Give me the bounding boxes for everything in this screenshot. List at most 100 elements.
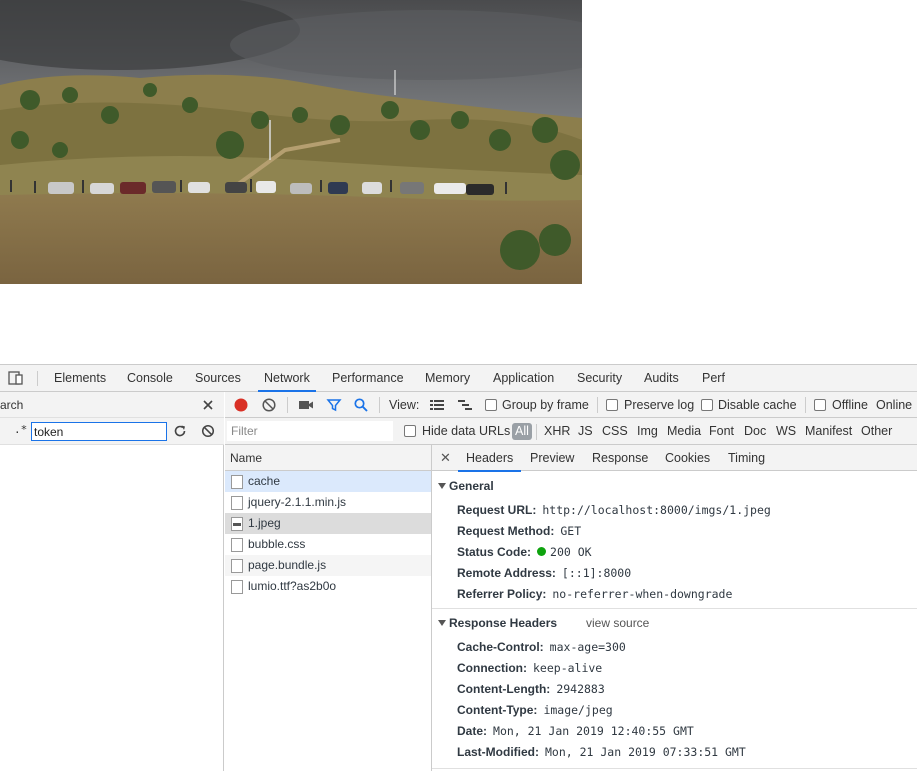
general-section-toggle[interactable]: General [438,479,494,493]
request-name: 1.jpeg [248,516,281,530]
disable-cache-checkbox[interactable] [701,399,713,411]
request-row[interactable]: jquery-2.1.1.min.js [225,492,431,513]
page-photo [0,0,582,284]
offline-label: Offline [832,398,868,412]
toolbar-divider [597,397,598,413]
header-row: Connection: keep-alive [457,661,603,675]
waterfall-icon[interactable] [457,397,473,413]
tab-network[interactable]: Network [258,365,316,392]
header-row: Remote Address: [::1]:8000 [457,566,632,580]
request-name: page.bundle.js [248,558,327,572]
toolbar-divider [287,397,288,413]
record-icon[interactable] [233,397,249,413]
tab-cookies[interactable]: Cookies [665,445,710,471]
refresh-icon[interactable] [173,424,187,438]
request-name: lumio.ttf?as2b0o [248,579,337,593]
search-header: arch [0,392,224,418]
name-column-header[interactable]: Name [225,445,431,471]
header-row: Referrer Policy: no-referrer-when-downgra… [457,587,733,601]
large-rows-icon[interactable] [429,397,445,413]
group-by-frame-checkbox[interactable] [485,399,497,411]
close-details-icon[interactable]: ✕ [440,445,451,471]
tab-elements[interactable]: Elements [54,365,106,391]
tab-perf[interactable]: Perf [702,365,725,391]
type-filter-xhr[interactable]: XHR [544,418,570,445]
network-toolbar: View: Group by frame Preserve log Disabl… [225,392,917,418]
header-row: Request Method: GET [457,524,582,538]
clear-icon[interactable] [261,397,277,413]
tab-response[interactable]: Response [592,445,648,471]
hide-data-urls-checkbox[interactable] [404,425,416,437]
search-row: .* [0,418,224,445]
regex-toggle[interactable]: .* [14,423,27,436]
tab-preview[interactable]: Preview [530,445,574,471]
details-tabbar: ✕ Headers Preview Response Cookies Timin… [432,445,917,472]
type-filter-img[interactable]: Img [637,418,658,445]
type-filter-js[interactable]: JS [578,418,593,445]
request-name: cache [248,474,281,488]
request-row[interactable]: lumio.ttf?as2b0o [225,576,431,597]
tab-application[interactable]: Application [493,365,554,391]
request-row[interactable]: bubble.css [225,534,431,555]
request-row[interactable]: cache [225,471,431,492]
tab-sources[interactable]: Sources [195,365,241,391]
request-row[interactable]: page.bundle.js [225,555,431,576]
hide-data-urls-label: Hide data URLs [422,424,511,438]
search-icon[interactable] [353,397,369,413]
search-input[interactable] [31,422,167,441]
tab-memory[interactable]: Memory [425,365,470,391]
tabbar-divider [37,371,38,386]
type-filter-manifest[interactable]: Manifest [805,418,852,445]
request-list: Name cache jquery-2.1.1.min.js 1.jpeg bu… [225,445,432,771]
header-row: Content-Length: 2942883 [457,682,605,696]
section-divider [432,608,917,609]
tab-headers[interactable]: Headers [457,445,522,472]
tab-timing[interactable]: Timing [728,445,765,471]
preserve-log-checkbox[interactable] [606,399,618,411]
stylesheet-file-icon [231,538,243,552]
group-by-frame-label: Group by frame [502,398,589,412]
filter-divider [536,424,537,440]
type-filter-other[interactable]: Other [861,418,892,445]
search-title: arch [0,398,24,412]
throttling-select[interactable]: Online [876,392,912,418]
type-filter-all[interactable]: All [512,423,532,440]
section-divider [432,768,917,769]
image-file-icon [231,517,243,531]
view-label: View: [389,398,420,412]
device-toolbar-icon[interactable] [8,370,26,386]
filter-bar: Hide data URLs All XHR JS CSS Img Media … [225,418,917,445]
document-file-icon [231,475,243,489]
tab-performance[interactable]: Performance [332,365,404,391]
expand-triangle-icon [438,620,446,626]
camera-icon[interactable] [298,397,314,413]
script-file-icon [231,559,243,573]
header-row: Request URL: http://localhost:8000/imgs/1… [457,503,771,517]
devtools-panel: Elements Console Sources Network Perform… [0,364,917,771]
offline-checkbox[interactable] [814,399,826,411]
type-filter-font[interactable]: Font [709,418,734,445]
header-row: Content-Type: image/jpeg [457,703,613,717]
expand-triangle-icon [438,483,446,489]
request-row[interactable]: 1.jpeg [225,513,431,534]
type-filter-ws[interactable]: WS [776,418,796,445]
preserve-log-label: Preserve log [624,398,695,412]
request-name: jquery-2.1.1.min.js [248,495,347,509]
devtools-tabbar: Elements Console Sources Network Perform… [0,365,917,392]
clear-search-icon[interactable] [201,424,215,438]
tab-console[interactable]: Console [127,365,173,391]
filter-input[interactable] [227,421,393,441]
tab-security[interactable]: Security [577,365,622,391]
type-filter-media[interactable]: Media [667,418,701,445]
toolbar-divider [805,397,806,413]
response-headers-title: Response Headers [449,616,558,630]
close-icon[interactable] [201,398,215,412]
filter-icon[interactable] [326,397,342,413]
tab-audits[interactable]: Audits [644,365,679,391]
view-source-link[interactable]: view source [586,616,649,630]
request-details-pane: ✕ Headers Preview Response Cookies Timin… [432,445,917,771]
type-filter-css[interactable]: CSS [602,418,628,445]
type-filter-doc[interactable]: Doc [744,418,766,445]
header-row: Status Code: 200 OK [457,545,592,559]
response-headers-toggle[interactable]: Response Headers [438,616,557,630]
